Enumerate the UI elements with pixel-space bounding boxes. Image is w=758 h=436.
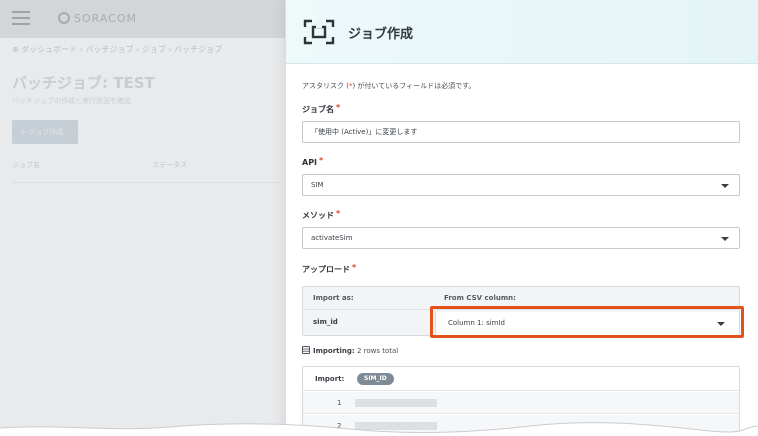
page-title: バッチジョブ: TEST — [12, 74, 155, 92]
mapping-key: sim_id — [313, 318, 338, 326]
required-note: アスタリスク (*) が付いているフィールドは必須です。 — [302, 82, 476, 90]
import-label: Import: — [315, 375, 345, 383]
chevron-down-icon — [721, 184, 729, 188]
upload-label: アップロード * — [302, 263, 357, 274]
highlight-box — [430, 306, 744, 338]
background-page: SORACOM ⊕ ダッシュボード › バッチジョブ › ジョブ › バッチジョ… — [0, 0, 285, 436]
chevron-down-icon — [721, 237, 729, 241]
page-subtitle: バッチジョブの作成と実行状況を確認 — [12, 97, 131, 105]
api-label: API * — [302, 156, 324, 167]
top-bar: SORACOM — [0, 0, 285, 38]
soracom-logo: SORACOM — [58, 12, 137, 25]
importing-status: Importing: 2 rows total — [302, 346, 398, 355]
row-number: 1 — [337, 399, 342, 407]
method-select[interactable]: activateSim — [302, 227, 740, 249]
import-as-header: Import as: — [313, 294, 354, 302]
menu-icon[interactable] — [12, 11, 30, 27]
column-status: ステータス — [152, 161, 188, 169]
table-row: 1 — [303, 392, 739, 414]
job-table-header: ジョブ名 ステータス — [12, 160, 280, 183]
from-csv-header: From CSV column: — [444, 294, 516, 302]
panel-header: ジョブ作成 — [286, 0, 758, 64]
create-job-panel: ジョブ作成 アスタリスク (*) が付いているフィールドは必須です。 ジョブ名 *… — [285, 0, 758, 436]
column-badge: SIM_ID — [357, 373, 394, 385]
preview-header: Import: SIM_ID — [303, 367, 739, 391]
scan-frame-icon — [303, 19, 335, 45]
job-name-label: ジョブ名 * — [302, 103, 341, 114]
panel-title: ジョブ作成 — [348, 27, 414, 42]
create-job-button[interactable]: + ジョブ作成 — [12, 120, 78, 144]
screenshot-frame: SORACOM ⊕ ダッシュボード › バッチジョブ › ジョブ › バッチジョ… — [0, 0, 758, 436]
method-label: メソッド * — [302, 209, 341, 220]
job-name-input[interactable]: 「使用中 (Active)」に変更します — [302, 121, 740, 143]
database-icon — [302, 346, 310, 354]
redacted-value — [355, 399, 437, 407]
torn-edge — [0, 422, 758, 436]
column-job-name: ジョブ名 — [12, 161, 40, 169]
api-select[interactable]: SIM — [302, 174, 740, 196]
breadcrumb: ⊕ ダッシュボード › バッチジョブ › ジョブ › バッチジョブ — [12, 45, 223, 54]
